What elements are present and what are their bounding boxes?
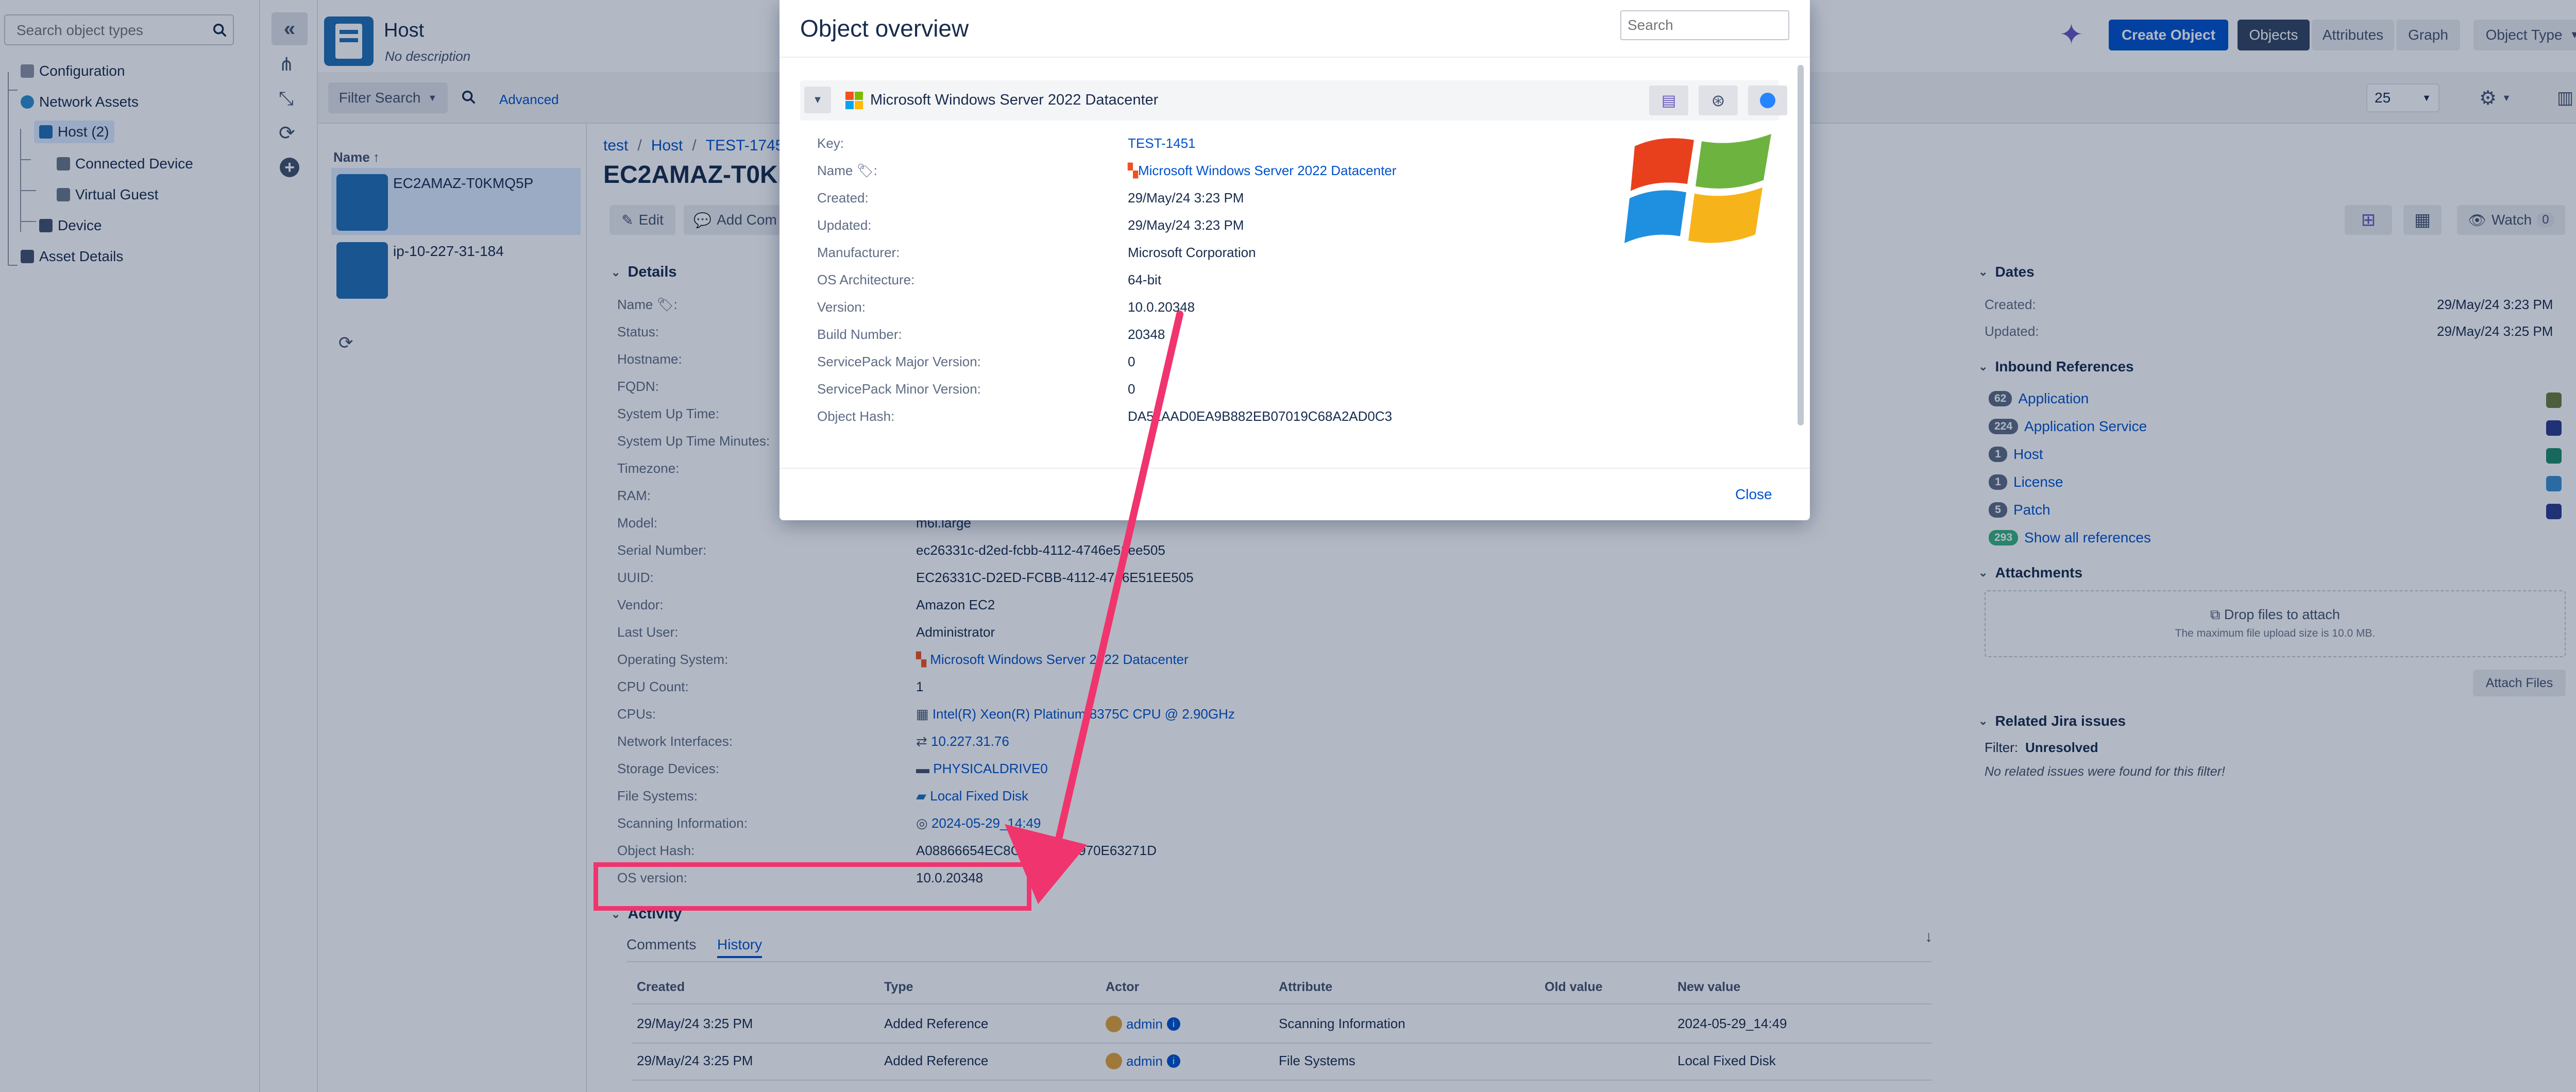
annotation-arrow	[1005, 311, 1183, 904]
